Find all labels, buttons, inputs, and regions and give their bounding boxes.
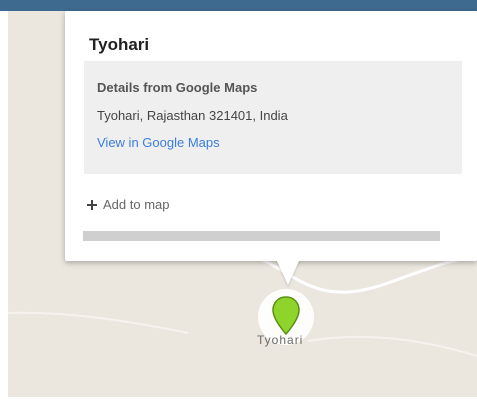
- minor-road: [8, 311, 189, 334]
- details-heading: Details from Google Maps: [97, 80, 258, 95]
- screenshot-frame: Tyohari Tyohari Details from Google Maps…: [0, 0, 477, 405]
- add-to-map-button[interactable]: Add to map: [87, 197, 170, 212]
- bottom-strip: [0, 397, 477, 405]
- top-bar: [0, 0, 477, 11]
- map-place-label: Tyohari: [257, 333, 304, 347]
- place-popup-card: Tyohari Details from Google Maps Tyohari…: [65, 11, 477, 261]
- popup-pointer: [276, 259, 300, 285]
- details-panel: Details from Google Maps Tyohari, Rajast…: [84, 61, 462, 174]
- view-in-google-maps-link[interactable]: View in Google Maps: [97, 135, 220, 150]
- loading-bar: [83, 231, 440, 241]
- minor-road: [307, 335, 477, 357]
- add-to-map-label: Add to map: [103, 197, 170, 212]
- popup-title: Tyohari: [89, 35, 150, 54]
- place-address: Tyohari, Rajasthan 321401, India: [97, 108, 288, 123]
- plus-icon: [87, 199, 97, 210]
